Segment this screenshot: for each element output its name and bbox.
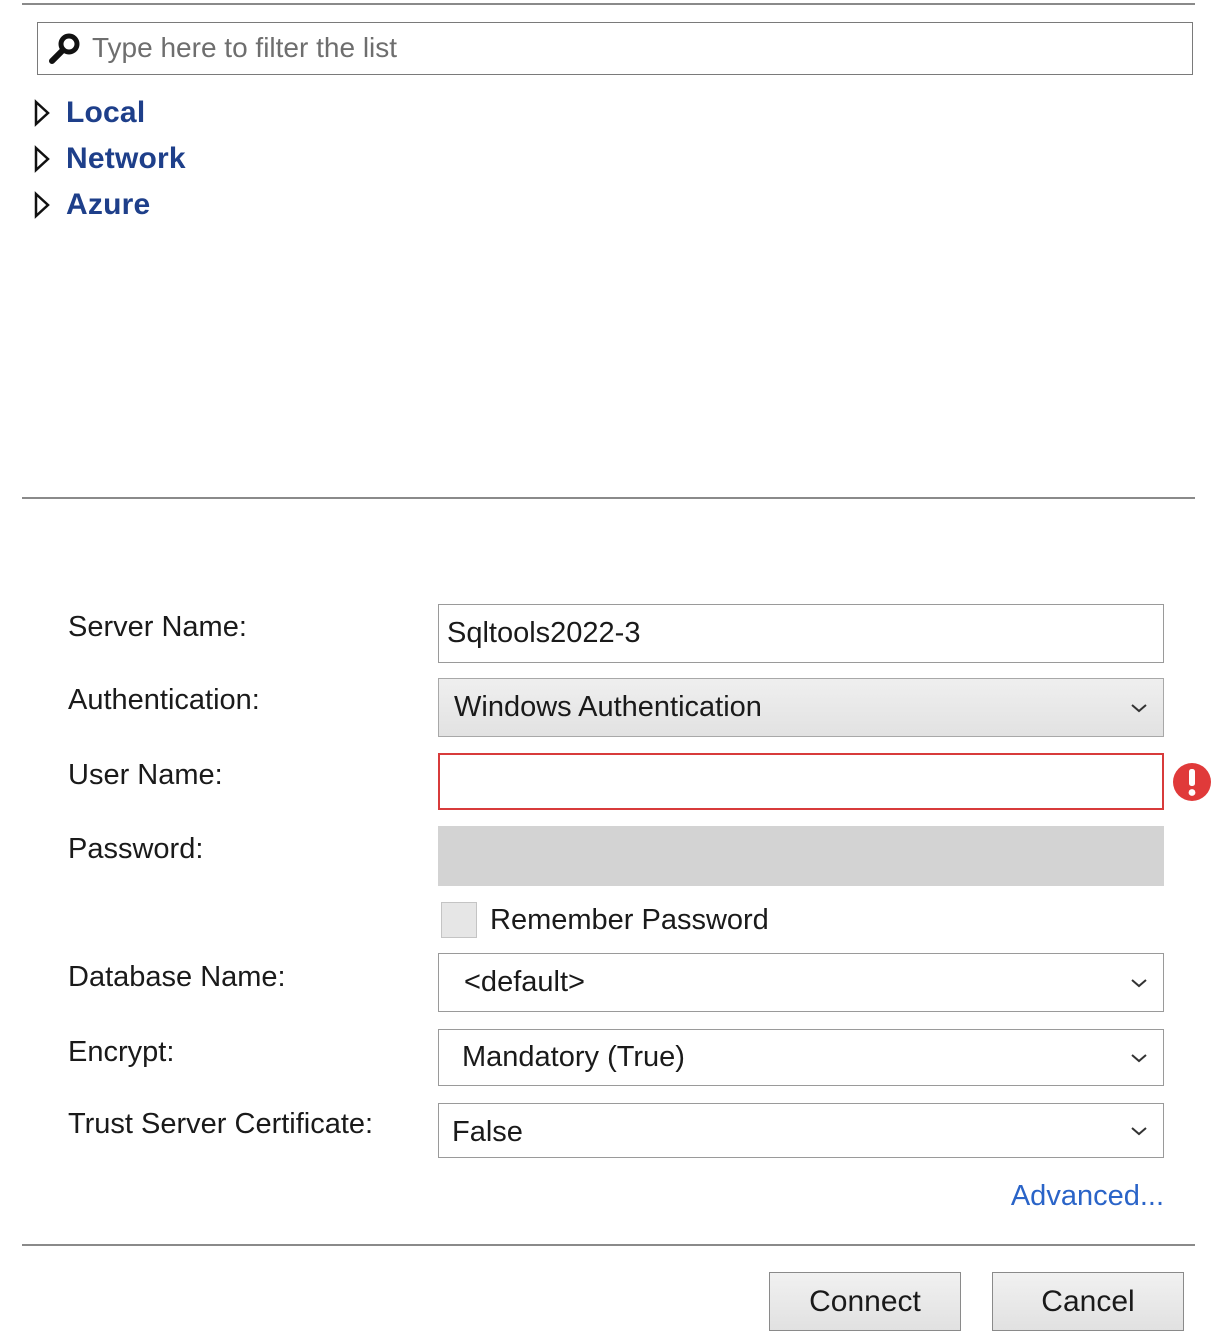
chevron-down-icon: [1131, 703, 1147, 712]
chevron-down-icon: [1131, 1126, 1147, 1135]
footer-divider: [22, 1244, 1195, 1246]
tree-item-label: Network: [66, 142, 186, 175]
trust-server-certificate-value: False: [452, 1116, 523, 1148]
server-name-label: Server Name:: [68, 611, 247, 643]
tree-item-azure[interactable]: Azure: [32, 185, 150, 225]
server-name-value: Sqltools2022-3: [447, 617, 641, 649]
tree-item-local[interactable]: Local: [32, 93, 145, 133]
authentication-value: Windows Authentication: [454, 691, 762, 723]
password-field: [438, 826, 1164, 886]
error-icon: [1173, 763, 1211, 801]
tree-item-network[interactable]: Network: [32, 139, 186, 179]
database-name-value: <default>: [464, 966, 585, 998]
advanced-link[interactable]: Advanced...: [1011, 1178, 1164, 1214]
encrypt-value: Mandatory (True): [462, 1041, 685, 1073]
chevron-down-icon: [1131, 1053, 1147, 1062]
trust-server-certificate-dropdown[interactable]: False: [438, 1103, 1164, 1158]
database-name-label: Database Name:: [68, 961, 286, 993]
expand-arrow-icon[interactable]: [32, 145, 52, 173]
remember-password-checkbox: [441, 902, 477, 938]
tree-item-label: Local: [66, 96, 146, 129]
user-name-label: User Name:: [68, 759, 223, 791]
filter-box[interactable]: [37, 22, 1193, 75]
expand-arrow-icon[interactable]: [32, 191, 52, 219]
encrypt-label: Encrypt:: [68, 1036, 175, 1068]
user-name-field[interactable]: [438, 753, 1164, 810]
tree-item-label: Azure: [66, 188, 151, 221]
trust-server-certificate-label: Trust Server Certificate:: [68, 1108, 374, 1140]
section-divider: [22, 497, 1195, 499]
remember-password-label: Remember Password: [490, 904, 769, 936]
authentication-label: Authentication:: [68, 684, 260, 716]
search-icon: [49, 33, 80, 64]
authentication-dropdown[interactable]: Windows Authentication: [438, 678, 1164, 737]
server-name-field[interactable]: Sqltools2022-3: [438, 604, 1164, 663]
cancel-button[interactable]: Cancel: [992, 1272, 1184, 1331]
top-divider: [22, 3, 1195, 5]
connect-button[interactable]: Connect: [769, 1272, 961, 1331]
user-name-input[interactable]: [448, 761, 1152, 805]
encrypt-dropdown[interactable]: Mandatory (True): [438, 1029, 1164, 1086]
expand-arrow-icon[interactable]: [32, 99, 52, 127]
filter-input[interactable]: [92, 29, 1172, 67]
database-name-dropdown[interactable]: <default>: [438, 953, 1164, 1012]
password-label: Password:: [68, 833, 204, 865]
chevron-down-icon: [1131, 978, 1147, 987]
